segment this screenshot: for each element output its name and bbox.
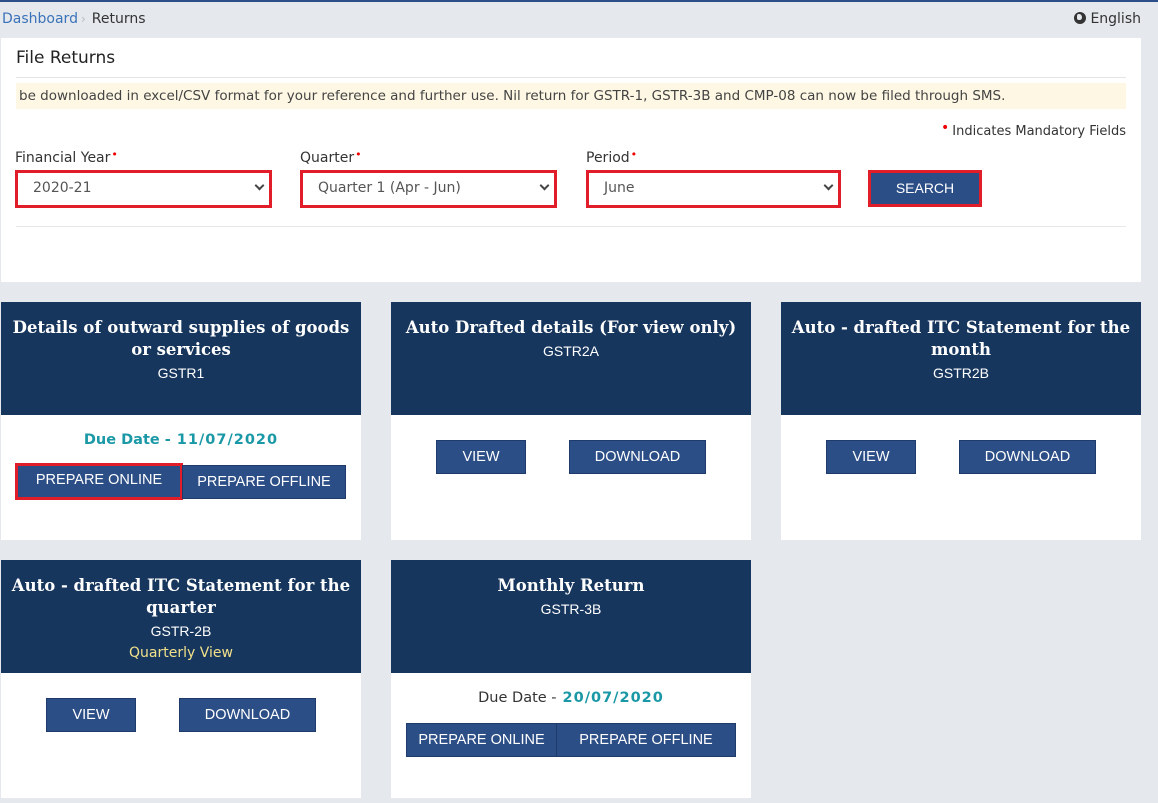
required-dot-icon: •	[355, 148, 362, 161]
quarter-label: Quarter•	[300, 148, 362, 166]
chevron-down-icon	[539, 180, 550, 191]
view-button[interactable]: VIEW	[46, 698, 136, 732]
notice-marquee: be downloaded in excel/CSV format for yo…	[16, 83, 1126, 109]
card-return-code: GSTR2B	[932, 365, 989, 381]
due-date: Due Date - 11/07/2020	[1, 432, 361, 448]
view-button[interactable]: VIEW	[826, 440, 916, 474]
prepare-online-button[interactable]: PREPARE ONLINE	[406, 723, 557, 757]
due-date-value: 20/07/2020	[562, 690, 664, 706]
card-title: Auto Drafted details (For view only)	[405, 318, 737, 337]
prepare-offline-button[interactable]: PREPARE OFFLINE	[182, 465, 346, 499]
card-return-code: GSTR1	[157, 365, 205, 381]
download-button[interactable]: DOWNLOAD	[179, 698, 316, 732]
due-date-value: 11/07/2020	[176, 432, 279, 448]
card-header: Auto - drafted ITC Statement for the mon…	[781, 302, 1141, 415]
financial-year-select[interactable]: 2020-21	[15, 170, 272, 208]
financial-year-label: Financial Year•	[15, 148, 118, 166]
breadcrumb-dashboard-link[interactable]: Dashboard	[2, 11, 78, 27]
card-return-code: GSTR-2B	[150, 623, 212, 639]
prepare-offline-button[interactable]: PREPARE OFFLINE	[556, 723, 736, 757]
card-header: Details of outward supplies of goods or …	[1, 302, 361, 415]
quarter-select[interactable]: Quarter 1 (Apr - Jun)	[300, 170, 557, 208]
period-value: June	[604, 180, 635, 196]
language-label: English	[1090, 11, 1141, 27]
card-return-code: GSTR-3B	[540, 601, 602, 617]
return-card-gstr2b-month: Auto - drafted ITC Statement for the mon…	[781, 302, 1141, 540]
card-header: Auto - drafted ITC Statement for the qua…	[1, 560, 361, 673]
download-button[interactable]: DOWNLOAD	[569, 440, 706, 474]
language-selector[interactable]: English	[1074, 11, 1141, 27]
divider	[16, 77, 1126, 78]
financial-year-field: Financial Year• 2020-21	[15, 148, 272, 208]
period-label: Period•	[586, 148, 638, 166]
prepare-online-button[interactable]: PREPARE ONLINE	[15, 463, 183, 500]
due-date: Due Date - 20/07/2020	[391, 690, 751, 706]
breadcrumb-current: Returns	[91, 11, 146, 27]
quarter-value: Quarter 1 (Apr - Jun)	[318, 180, 461, 196]
return-card-gstr2b-quarter: Auto - drafted ITC Statement for the qua…	[1, 560, 361, 798]
quarter-field: Quarter• Quarter 1 (Apr - Jun)	[300, 148, 557, 208]
card-title: Monthly Return	[497, 576, 645, 595]
page-title: File Returns	[16, 48, 116, 68]
mandatory-fields-note: • Indicates Mandatory Fields	[941, 120, 1126, 139]
return-card-gstr2a: Auto Drafted details (For view only) GST…	[391, 302, 751, 540]
top-nav-bar	[0, 0, 1158, 2]
breadcrumb-separator: ›	[80, 12, 86, 26]
mandatory-note-text: Indicates Mandatory Fields	[952, 124, 1126, 139]
divider	[16, 226, 1126, 227]
required-dot-icon: •	[941, 120, 950, 136]
chevron-down-icon	[823, 180, 834, 191]
return-card-gstr3b: Monthly Return GSTR-3B Due Date - 20/07/2…	[391, 560, 751, 798]
chevron-down-icon	[254, 180, 265, 191]
period-select[interactable]: June	[586, 170, 841, 208]
breadcrumb: Dashboard › Returns	[2, 11, 146, 27]
card-title: Auto - drafted ITC Statement for the qua…	[11, 576, 351, 617]
due-date-label: Due Date -	[478, 690, 557, 706]
quarterly-view-label: Quarterly View	[129, 645, 233, 661]
view-button[interactable]: VIEW	[436, 440, 526, 474]
download-button[interactable]: DOWNLOAD	[959, 440, 1096, 474]
return-card-gstr1: Details of outward supplies of goods or …	[1, 302, 361, 540]
period-field: Period• June	[586, 148, 841, 208]
search-button[interactable]: SEARCH	[868, 170, 982, 207]
card-header: Monthly Return GSTR-3B	[391, 560, 751, 673]
card-return-code: GSTR2A	[542, 343, 599, 359]
card-header: Auto Drafted details (For view only) GST…	[391, 302, 751, 415]
file-returns-panel: File Returns be downloaded in excel/CSV …	[1, 38, 1141, 282]
globe-icon	[1074, 12, 1087, 24]
card-title: Details of outward supplies of goods or …	[12, 318, 350, 359]
required-dot-icon: •	[111, 148, 118, 161]
required-dot-icon: •	[630, 148, 638, 161]
due-date-label: Due Date -	[83, 432, 171, 448]
card-title: Auto - drafted ITC Statement for the mon…	[791, 318, 1131, 359]
financial-year-value: 2020-21	[33, 180, 92, 196]
